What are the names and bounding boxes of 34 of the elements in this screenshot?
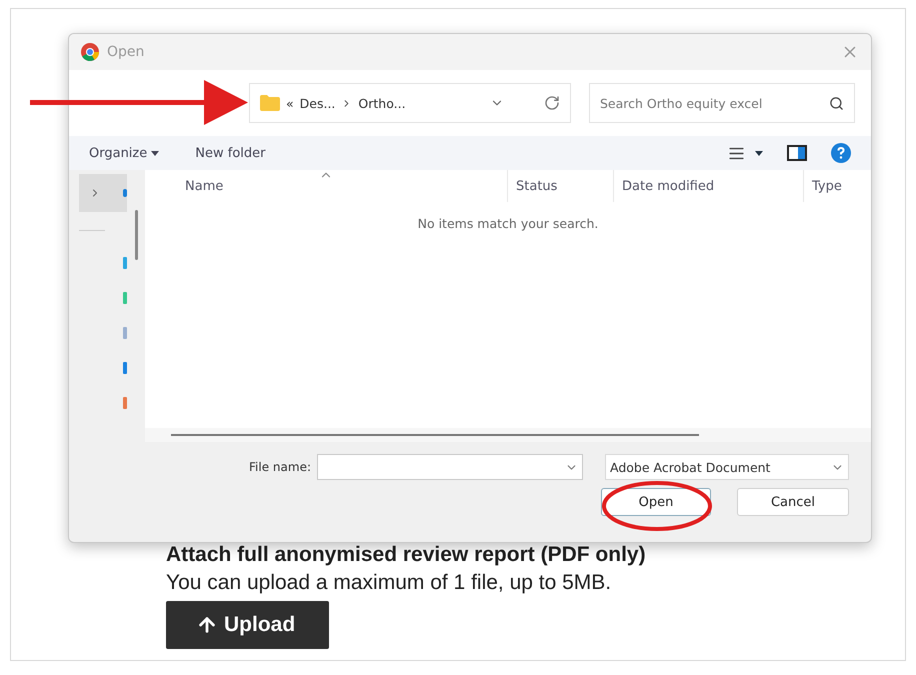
organize-menu[interactable]: Organize (89, 146, 160, 160)
file-name-field[interactable] (317, 454, 583, 480)
dialog-title: Open (107, 44, 146, 60)
search-icon (829, 96, 844, 110)
address-bar[interactable]: « Des... Ortho... (249, 83, 571, 123)
browser-logo-icon (81, 43, 99, 61)
folder-icon (260, 95, 280, 111)
breadcrumb[interactable]: Ortho... (358, 96, 406, 110)
path-overflow[interactable]: « (286, 96, 294, 110)
nav-item[interactable] (79, 174, 127, 212)
breadcrumb[interactable]: Des... (300, 96, 336, 110)
preview-pane-icon[interactable] (787, 145, 807, 161)
column-header[interactable]: Date modified (613, 170, 803, 202)
new-folder-button[interactable]: New folder (195, 146, 266, 160)
caret-icon[interactable] (755, 150, 763, 156)
column-header[interactable]: Type (803, 170, 871, 202)
nav-item-icon (123, 189, 127, 197)
nav-item-icon[interactable] (123, 362, 127, 374)
empty-message: No items match your search. (416, 216, 600, 231)
column-header[interactable]: Status (507, 170, 613, 202)
scrollbar-thumb[interactable] (171, 434, 699, 436)
column-header[interactable]: Name (145, 170, 507, 202)
section-heading: Attach full anonymised review report (PDF only) (166, 543, 647, 567)
file-type-dropdown[interactable]: Adobe Acrobat Document (605, 454, 849, 480)
upload-hint: You can upload a maximum of 1 file, up to 5MB. (166, 571, 612, 595)
refresh-icon[interactable] (544, 95, 560, 111)
scrollbar-thumb[interactable] (134, 210, 138, 260)
search-field[interactable]: Search Ortho equity excel (589, 83, 855, 123)
file-name-label: File name: (249, 460, 311, 474)
help-icon[interactable] (831, 143, 851, 163)
upload-button[interactable]: Upload (166, 601, 330, 649)
caret-icon (151, 150, 160, 156)
cancel-button[interactable]: Cancel (737, 488, 849, 516)
open-button[interactable]: Open (601, 488, 711, 516)
